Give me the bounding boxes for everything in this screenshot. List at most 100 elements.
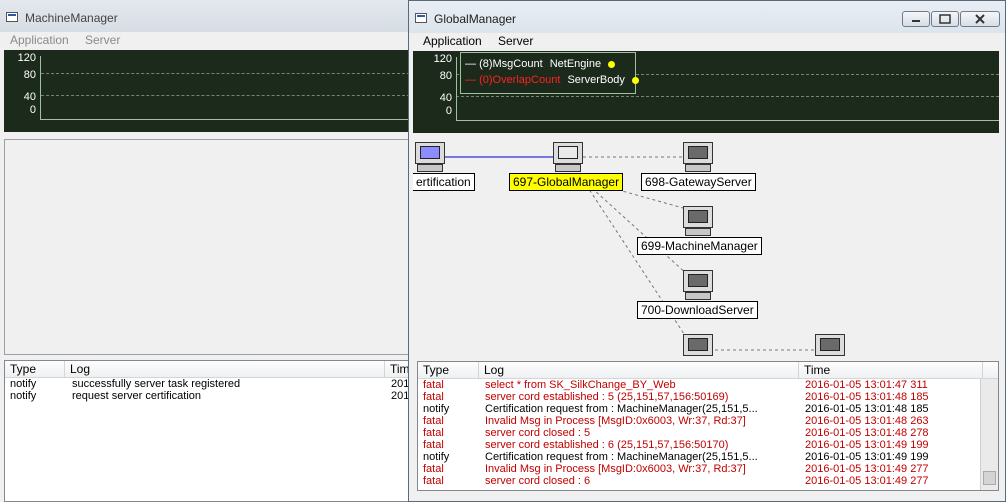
minimize-button[interactable] <box>902 11 930 27</box>
vertical-scrollbar[interactable] <box>980 379 998 490</box>
y-tick-label: 120 <box>17 52 36 64</box>
col-type[interactable]: Type <box>5 361 65 377</box>
table-row[interactable]: fatal Invalid Msg in Process [MsgID:0x600… <box>418 463 998 475</box>
y-tick-label: 120 <box>433 53 452 65</box>
y-tick-label: 0 <box>29 104 36 116</box>
row-log: server cord closed : 5 <box>485 427 591 439</box>
col-time[interactable]: Tim <box>385 361 409 377</box>
row-time: 2016-01-05 13:01:49 277 <box>805 463 929 475</box>
log-header: Type Log Time <box>418 362 998 379</box>
log-table[interactable]: Type Log Time fatal select * from SK_Silk… <box>417 361 999 491</box>
table-row[interactable]: notify request server certification 201 <box>5 390 409 402</box>
computer-icon <box>815 334 845 356</box>
server-map-panel[interactable] <box>4 139 410 355</box>
message-graph: 120 80 40 0 <box>4 50 410 132</box>
computer-icon <box>683 142 713 174</box>
row-time: 201 <box>391 390 410 402</box>
row-log: Certification request from : MachineMana… <box>485 403 758 415</box>
table-row[interactable]: notify Certification request from : Machi… <box>418 451 998 463</box>
table-row[interactable]: fatal server cord closed : 6 2016-01-05 13… <box>418 475 998 487</box>
y-tick-label: 0 <box>445 105 452 117</box>
table-row[interactable]: fatal server cord closed : 5 2016-01-05 13… <box>418 427 998 439</box>
log-table[interactable]: Type Log Tim notify successfully server … <box>4 360 410 502</box>
legend-server: ServerBody <box>567 74 625 86</box>
row-type: notify <box>10 390 37 402</box>
maximize-button[interactable] <box>931 11 959 27</box>
row-time: 2016-01-05 13:01:48 185 <box>805 391 929 403</box>
row-type: fatal <box>423 427 444 439</box>
node-label: ertification <box>413 173 475 191</box>
row-log: Invalid Msg in Process [MsgID:0x6003, Wr… <box>485 463 746 475</box>
row-log: request server certification <box>72 390 201 402</box>
graph-legend: — (8)MsgCount NetEngine — (0)OverlapCoun… <box>460 52 639 94</box>
menu-server[interactable]: Server <box>85 33 120 47</box>
table-row[interactable]: fatal server cord established : 5 (25,151… <box>418 391 998 403</box>
table-row[interactable]: fatal select * from SK_SilkChange_BY_Web 2… <box>418 379 998 391</box>
window-title: GlobalManager <box>434 12 517 26</box>
legend-server: NetEngine <box>549 58 602 70</box>
app-icon <box>415 13 427 23</box>
table-row[interactable]: fatal server cord established : 6 (25,151… <box>418 439 998 451</box>
row-log: server cord established : 5 (25,151,57,1… <box>485 391 729 403</box>
row-type: fatal <box>423 475 444 487</box>
grid-line <box>41 95 410 96</box>
y-tick-label: 40 <box>439 92 452 104</box>
close-button[interactable] <box>960 11 1000 27</box>
menu-server[interactable]: Server <box>498 34 533 48</box>
menu-bar: Application Server <box>0 32 409 49</box>
menu-application[interactable]: Application <box>10 33 69 47</box>
status-dot-icon <box>632 76 639 84</box>
row-type: notify <box>423 451 450 463</box>
row-type: fatal <box>423 379 444 391</box>
row-type: fatal <box>423 391 444 403</box>
legend-entry: — (8)MsgCount NetEngine <box>465 57 616 71</box>
menu-application[interactable]: Application <box>423 34 482 48</box>
row-type: fatal <box>423 463 444 475</box>
row-type: notify <box>10 378 37 390</box>
row-log: select * from SK_SilkChange_BY_Web <box>485 379 676 391</box>
row-time: 2016-01-05 13:01:49 277 <box>805 475 929 487</box>
app-icon <box>6 12 18 22</box>
legend-label: (0)OverlapCount <box>479 74 561 86</box>
row-log: successfully server task registered <box>72 378 241 390</box>
row-type: notify <box>423 403 450 415</box>
close-icon <box>975 14 985 24</box>
col-log[interactable]: Log <box>479 362 799 378</box>
node-label: 698-GatewayServer <box>641 173 756 191</box>
col-time[interactable]: Time <box>799 362 983 378</box>
row-time: 201 <box>391 378 410 390</box>
row-time: 2016-01-05 13:01:49 199 <box>805 451 929 463</box>
x-axis <box>456 120 999 121</box>
row-log: server cord established : 6 (25,151,57,1… <box>485 439 729 451</box>
table-row[interactable]: fatal Invalid Msg in Process [MsgID:0x600… <box>418 415 998 427</box>
legend-marker: — <box>465 74 476 86</box>
scrollbar-thumb[interactable] <box>983 471 996 485</box>
y-axis <box>40 56 41 120</box>
grid-line <box>41 73 410 74</box>
row-time: 2016-01-05 13:01:47 311 <box>805 379 928 391</box>
node-label: 697-GlobalManager <box>509 173 624 191</box>
menu-bar: Application Server <box>409 33 1005 50</box>
col-log[interactable]: Log <box>65 361 385 377</box>
x-axis <box>40 119 410 120</box>
table-row[interactable]: notify successfully server task register… <box>5 378 409 390</box>
maximize-icon <box>939 14 951 24</box>
computer-icon <box>683 270 713 302</box>
row-log: server cord closed : 6 <box>485 475 591 487</box>
server-map-panel[interactable]: ertification 697-GlobalManager 698-Gatew… <box>413 140 999 356</box>
row-time: 2016-01-05 13:01:49 199 <box>805 439 929 451</box>
window-title: MachineManager <box>25 11 118 25</box>
row-type: fatal <box>423 415 444 427</box>
legend-label: (8)MsgCount <box>479 58 543 70</box>
row-time: 2016-01-05 13:01:48 278 <box>805 427 929 439</box>
row-log: Invalid Msg in Process [MsgID:0x6003, Wr… <box>485 415 746 427</box>
col-type[interactable]: Type <box>418 362 479 378</box>
table-row[interactable]: notify Certification request from : Machi… <box>418 403 998 415</box>
globalmanager-window: GlobalManager Application Server 120 80 … <box>408 0 1006 502</box>
title-bar[interactable]: MachineManager <box>0 0 409 32</box>
computer-icon <box>553 142 583 174</box>
status-dot-icon <box>608 60 616 68</box>
row-time: 2016-01-05 13:01:48 185 <box>805 403 929 415</box>
minimize-icon <box>912 20 920 22</box>
title-bar[interactable]: GlobalManager <box>409 1 1005 33</box>
